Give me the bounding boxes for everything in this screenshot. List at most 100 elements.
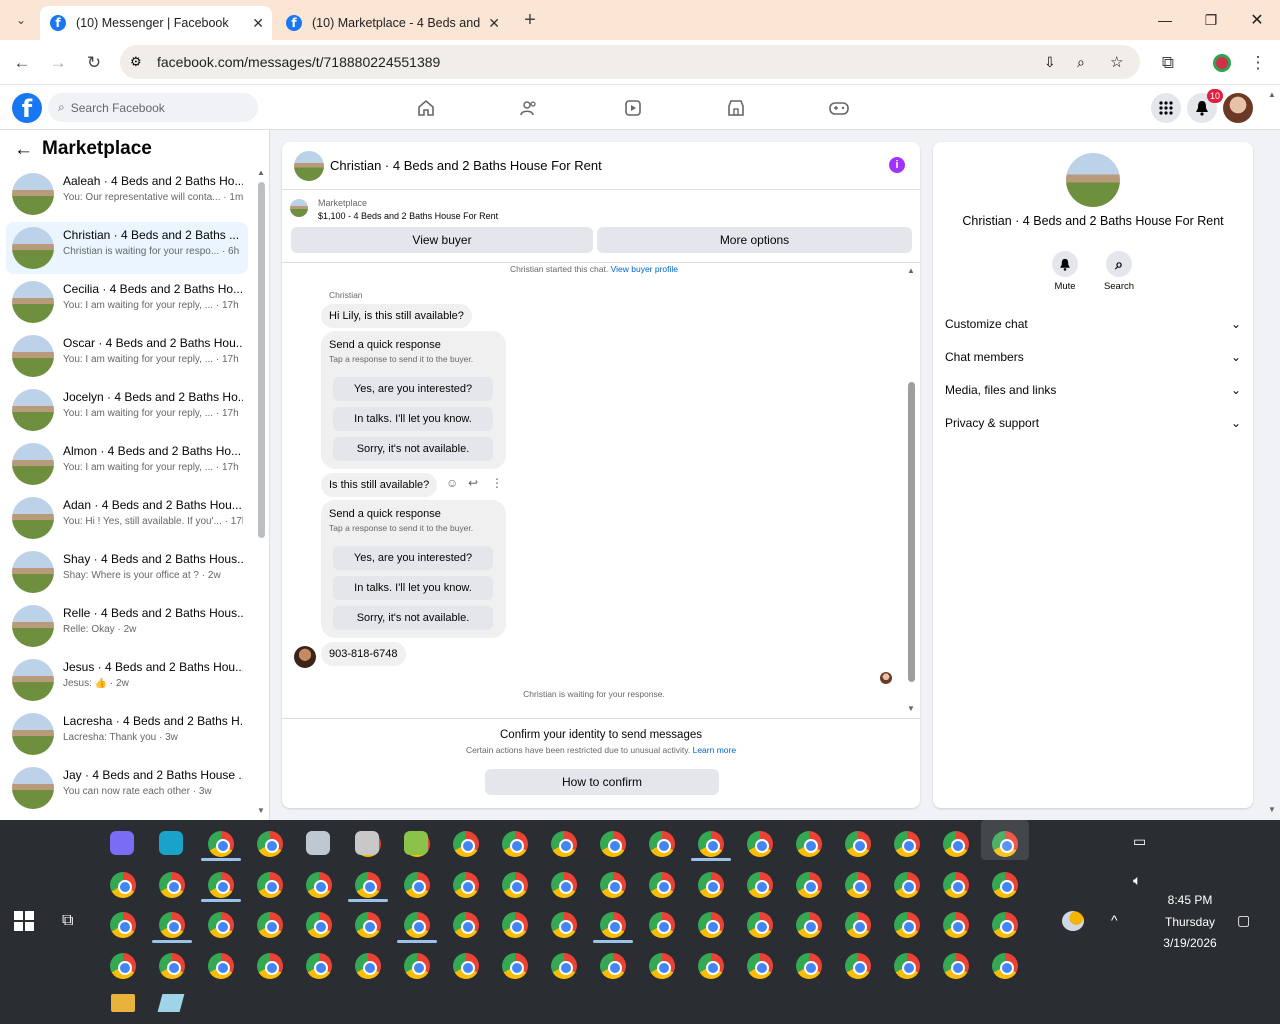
quick-response-option[interactable]: Yes, are you interested?: [333, 546, 493, 570]
chrome-taskbar-icon[interactable]: [551, 831, 577, 857]
chrome-taskbar-icon[interactable]: [355, 872, 381, 898]
chrome-taskbar-icon[interactable]: [698, 831, 724, 857]
learn-more-link[interactable]: Learn more: [693, 745, 736, 755]
chrome-taskbar-icon[interactable]: [747, 912, 773, 938]
chrome-taskbar-icon[interactable]: [257, 912, 283, 938]
conversation-item[interactable]: Jay · 4 Beds and 2 Baths House ... You ca…: [6, 762, 248, 814]
chrome-taskbar-icon[interactable]: [208, 953, 234, 979]
chrome-taskbar-icon[interactable]: [453, 912, 479, 938]
quick-response-option[interactable]: Sorry, it's not available.: [333, 606, 493, 630]
copilot-icon[interactable]: [110, 831, 134, 855]
url-text[interactable]: facebook.com/messages/t/718880224551389: [157, 54, 440, 70]
chrome-taskbar-icon[interactable]: [257, 953, 283, 979]
chrome-taskbar-icon[interactable]: [796, 912, 822, 938]
search-in-chat-icon[interactable]: ⌕: [1106, 251, 1132, 277]
chrome-taskbar-icon[interactable]: [649, 872, 675, 898]
media-files-links-section[interactable]: Media, files and links ⌄: [945, 383, 1241, 397]
listing-price[interactable]: $1,100 - 4 Beds and 2 Baths House For Re…: [318, 211, 498, 221]
chrome-taskbar-icon[interactable]: [453, 831, 479, 857]
mute-bell-icon[interactable]: [1052, 251, 1078, 277]
chrome-taskbar-icon[interactable]: [453, 872, 479, 898]
chrome-taskbar-icon[interactable]: [845, 872, 871, 898]
scroll-down-icon[interactable]: ▼: [907, 704, 915, 713]
chrome-taskbar-icon[interactable]: [110, 912, 136, 938]
conversation-item[interactable]: Cecilia · 4 Beds and 2 Baths Ho... You: I…: [6, 276, 248, 328]
chrome-taskbar-icon[interactable]: [110, 872, 136, 898]
view-buyer-button[interactable]: View buyer: [291, 227, 593, 253]
conversation-item[interactable]: Jesus · 4 Beds and 2 Baths Hou... Jesus: …: [6, 654, 248, 706]
chrome-taskbar-icon[interactable]: [992, 953, 1018, 979]
chrome-taskbar-icon[interactable]: [894, 912, 920, 938]
chrome-taskbar-icon[interactable]: [943, 831, 969, 857]
quick-response-option[interactable]: In talks. I'll let you know.: [333, 576, 493, 600]
minimize-icon[interactable]: —: [1150, 8, 1180, 32]
chrome-taskbar-icon[interactable]: [600, 912, 626, 938]
chrome-taskbar-icon[interactable]: [796, 953, 822, 979]
chrome-taskbar-icon[interactable]: [551, 953, 577, 979]
forward-arrow-icon[interactable]: →: [45, 50, 71, 76]
chrome-taskbar-icon[interactable]: [698, 912, 724, 938]
clock-day[interactable]: Thursday: [1160, 915, 1220, 929]
listing-thumbnail[interactable]: [290, 199, 308, 217]
back-arrow-icon[interactable]: ←: [9, 50, 35, 76]
conversation-item[interactable]: Aaleah · 4 Beds and 2 Baths Ho... You: Ou…: [6, 168, 248, 220]
chrome-taskbar-icon[interactable]: [796, 872, 822, 898]
conversation-item[interactable]: Lacresha · 4 Beds and 2 Baths H... Lacres…: [6, 708, 248, 760]
chrome-taskbar-icon[interactable]: [845, 912, 871, 938]
chrome-taskbar-icon[interactable]: [159, 872, 185, 898]
chrome-taskbar-icon[interactable]: [306, 912, 332, 938]
chat-members-section[interactable]: Chat members ⌄: [945, 350, 1241, 364]
chrome-taskbar-icon[interactable]: [796, 831, 822, 857]
chrome-taskbar-icon[interactable]: [502, 831, 528, 857]
clock-time[interactable]: 8:45 PM: [1160, 893, 1220, 907]
chrome-taskbar-icon[interactable]: [355, 953, 381, 979]
omnibox[interactable]: ⚙ facebook.com/messages/t/71888022455138…: [120, 45, 1140, 79]
sidebar-scrollbar[interactable]: [258, 182, 265, 538]
chrome-taskbar-icon[interactable]: [551, 872, 577, 898]
home-icon[interactable]: [413, 95, 439, 121]
chrome-taskbar-icon[interactable]: [747, 953, 773, 979]
chat-avatar[interactable]: [294, 151, 324, 181]
chrome-taskbar-icon[interactable]: [992, 912, 1018, 938]
chrome-taskbar-icon[interactable]: [600, 872, 626, 898]
page-scroll-down-icon[interactable]: ▼: [1268, 805, 1276, 814]
chrome-taskbar-icon[interactable]: [208, 872, 234, 898]
quick-response-option[interactable]: Yes, are you interested?: [333, 377, 493, 401]
scroll-up-icon[interactable]: ▲: [257, 168, 265, 177]
chrome-taskbar-icon[interactable]: [845, 831, 871, 857]
message-bubble[interactable]: Is this still available?: [321, 473, 438, 497]
reply-icon[interactable]: ↩: [468, 476, 478, 490]
message-bubble[interactable]: Hi Lily, is this still available?: [321, 304, 472, 328]
close-tab-icon[interactable]: ✕: [488, 15, 500, 32]
back-arrow-icon[interactable]: ←: [14, 139, 33, 161]
scroll-down-icon[interactable]: ▼: [257, 806, 265, 815]
site-info-icon[interactable]: ⚙: [130, 54, 142, 70]
chrome-taskbar-icon[interactable]: [355, 912, 381, 938]
extensions-puzzle-icon[interactable]: ⧉: [1155, 50, 1181, 76]
video-icon[interactable]: [620, 95, 646, 121]
chrome-taskbar-icon[interactable]: [747, 872, 773, 898]
chrome-taskbar-icon[interactable]: [649, 953, 675, 979]
chrome-taskbar-icon[interactable]: [894, 953, 920, 979]
chrome-taskbar-icon[interactable]: [698, 953, 724, 979]
app-icon[interactable]: [306, 831, 330, 855]
notifications-icon[interactable]: ▢: [1237, 912, 1250, 929]
chrome-taskbar-icon[interactable]: [845, 953, 871, 979]
volume-icon[interactable]: 🔈︎: [1133, 872, 1141, 889]
chrome-taskbar-icon[interactable]: [159, 912, 185, 938]
chat-scrollbar[interactable]: [908, 382, 915, 682]
task-view-icon[interactable]: ⧉: [62, 912, 73, 930]
chrome-taskbar-icon[interactable]: [502, 912, 528, 938]
notepad-icon[interactable]: [157, 994, 185, 1012]
window-close-icon[interactable]: ✕: [1242, 8, 1272, 32]
install-app-icon[interactable]: ⇩: [1044, 54, 1056, 71]
scroll-up-icon[interactable]: ▲: [907, 266, 915, 275]
chrome-taskbar-icon[interactable]: [453, 953, 479, 979]
chrome-taskbar-icon[interactable]: [600, 953, 626, 979]
conversation-item[interactable]: Christian · 4 Beds and 2 Baths ... Christ…: [6, 222, 248, 274]
desktop-icon[interactable]: ▭: [1133, 833, 1146, 850]
tab-marketplace[interactable]: f (10) Marketplace - 4 Beds and 2 ✕: [276, 6, 508, 40]
chat-title[interactable]: Christian · 4 Beds and 2 Baths House For…: [330, 158, 602, 173]
privacy-support-section[interactable]: Privacy & support ⌄: [945, 416, 1241, 430]
chrome-taskbar-icon[interactable]: [992, 872, 1018, 898]
